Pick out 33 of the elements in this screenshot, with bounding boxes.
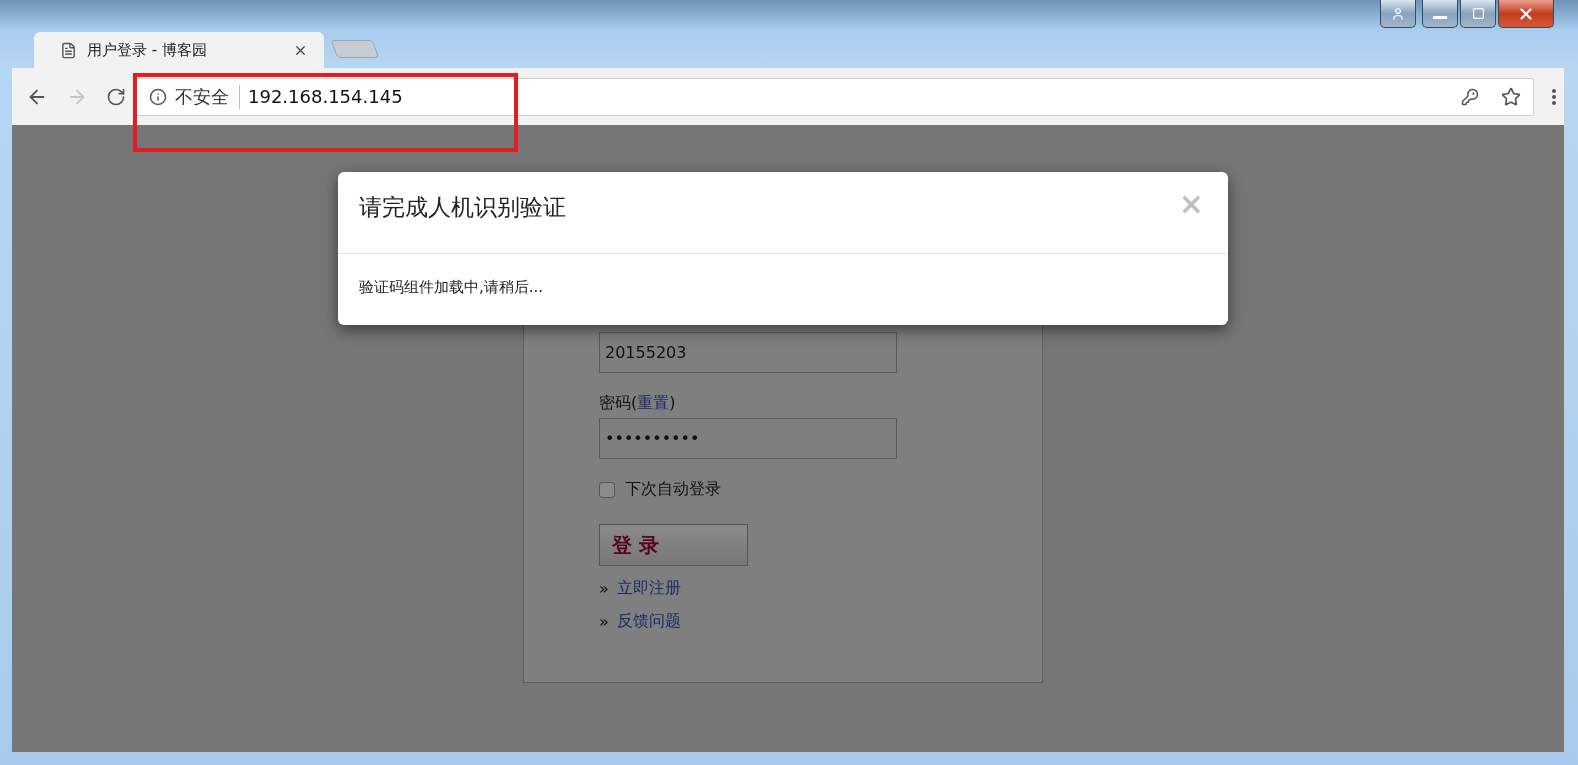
bullet: »	[599, 579, 609, 598]
password-field[interactable]: ••••••••••	[599, 418, 897, 459]
username-field[interactable]: 20155203	[599, 332, 897, 373]
maximize-button[interactable]	[1460, 0, 1496, 28]
close-window-button[interactable]	[1498, 0, 1554, 28]
bullet: »	[599, 612, 609, 631]
key-icon[interactable]	[1461, 87, 1479, 106]
menu-icon	[1552, 88, 1556, 105]
user-button[interactable]	[1380, 0, 1416, 28]
reload-icon	[106, 86, 126, 107]
menu-button[interactable]	[1552, 88, 1556, 105]
security-label: 不安全	[175, 84, 240, 109]
remember-label: 下次自动登录	[625, 479, 721, 500]
minimize-button[interactable]	[1422, 0, 1458, 28]
address-bar[interactable]: 不安全 192.168.154.145	[136, 77, 1534, 116]
maximize-icon	[1471, 7, 1485, 20]
page-icon	[60, 41, 77, 59]
link[interactable]: 反馈问题	[616, 611, 681, 632]
dialog-title: 请完成人机识别验证	[359, 193, 566, 222]
minimize-icon	[1433, 16, 1447, 19]
info-icon	[149, 87, 167, 106]
password-label: 密码(重置)	[599, 393, 676, 414]
star-icon[interactable]	[1501, 86, 1521, 107]
remember-checkbox[interactable]	[599, 481, 615, 498]
reload-button[interactable]	[106, 86, 126, 107]
user-icon	[1391, 6, 1405, 21]
login-button[interactable]: 登 录	[599, 524, 748, 566]
tab-title: 用户登录 - 博客园	[87, 40, 208, 60]
reset-link[interactable]: 重置	[637, 393, 670, 412]
browser-tab[interactable]: 用户登录 - 博客园	[34, 32, 324, 68]
link[interactable]: 立即注册	[616, 578, 681, 599]
url-text: 192.168.154.145	[248, 86, 404, 107]
dialog-message: 验证码组件加载中,请稍后...	[358, 277, 545, 297]
